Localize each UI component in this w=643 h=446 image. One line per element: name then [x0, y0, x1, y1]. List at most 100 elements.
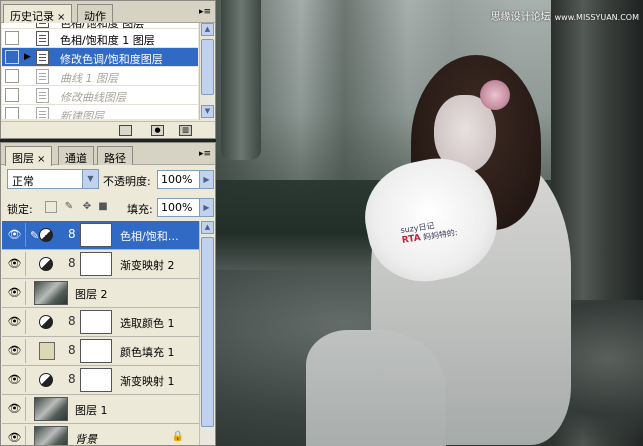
lock-transparent-pixels-icon[interactable]	[45, 201, 57, 213]
fill-value: 100%	[161, 201, 193, 214]
adjustment-layer-icon	[39, 228, 53, 242]
layer-name: 背景	[75, 433, 97, 445]
history-list: 色相/饱和度 图层 色相/饱和度 1 图层 ▶ 修改色调/饱和度图层 曲线 1 …	[2, 23, 198, 119]
history-item[interactable]: 修改曲线图层	[2, 86, 198, 105]
lock-fill-row: 锁定: ✎ ✥ ■ 填充: 100% ▶	[1, 195, 215, 221]
layers-scrollbar[interactable]: ▲	[199, 221, 214, 445]
opacity-slider-arrow-icon[interactable]: ▶	[199, 171, 213, 188]
layers-tabbar: 图层 × 通道 路径 ▸≡	[1, 143, 215, 166]
lock-image-pixels-icon[interactable]: ✎	[63, 201, 75, 213]
history-brush-source-box[interactable]	[5, 31, 19, 45]
layer-mask-thumbnail[interactable]	[80, 223, 112, 247]
layer-thumbnail[interactable]	[34, 281, 68, 305]
panel-menu-icon[interactable]: ▸≡	[198, 148, 212, 160]
padlock-icon: 🔒	[171, 431, 184, 442]
lock-position-icon[interactable]: ✥	[81, 201, 93, 213]
visibility-eye-icon[interactable]: 👁	[4, 252, 26, 276]
trash-icon[interactable]: ▥	[179, 125, 192, 136]
history-item-label: 修改色调/饱和度图层	[60, 53, 163, 66]
tab-history[interactable]: 历史记录 ×	[3, 4, 73, 24]
panel-menu-icon[interactable]: ▸≡	[198, 6, 212, 18]
layer-mask-thumbnail[interactable]	[80, 252, 112, 276]
visibility-eye-icon[interactable]: 👁	[4, 281, 26, 305]
scroll-thumb[interactable]	[201, 237, 214, 427]
tab-actions-label: 动作	[84, 10, 106, 23]
layer-row[interactable]: 👁 图层 1	[2, 395, 200, 424]
link-chain-icon[interactable]: 8	[68, 256, 76, 270]
color-fill-swatch-icon[interactable]	[39, 342, 55, 360]
history-item-label: 曲线 1 图层	[60, 72, 118, 85]
tab-history-label: 历史记录	[10, 10, 54, 23]
girl-legs	[306, 330, 446, 446]
visibility-eye-icon[interactable]: 👁	[4, 426, 26, 445]
visibility-eye-icon[interactable]: 👁	[4, 310, 26, 334]
tab-layers[interactable]: 图层 ×	[5, 146, 53, 166]
tab-channels[interactable]: 通道	[58, 146, 94, 165]
hair-flower	[480, 80, 510, 110]
layer-thumbnail[interactable]	[34, 397, 68, 421]
link-chain-icon[interactable]: 8	[68, 314, 76, 328]
new-document-from-state-icon[interactable]	[119, 125, 132, 136]
history-state-icon	[36, 107, 49, 119]
close-icon[interactable]: ×	[57, 12, 65, 23]
layer-row[interactable]: 👁 图层 2	[2, 279, 200, 308]
layer-name: 图层 1	[75, 404, 108, 417]
opacity-field[interactable]: 100% ▶	[157, 170, 214, 189]
visibility-eye-icon[interactable]: 👁	[4, 339, 26, 363]
scroll-thumb[interactable]	[201, 39, 214, 95]
visibility-eye-icon[interactable]: 👁	[4, 368, 26, 392]
history-brush-source-box[interactable]	[5, 107, 19, 119]
visibility-eye-icon[interactable]: 👁	[4, 397, 26, 421]
watermark-url: www.MISSYUAN.COM	[554, 13, 639, 22]
layer-row[interactable]: 👁 8 选取颜色 1	[2, 308, 200, 337]
link-chain-icon[interactable]: 8	[68, 227, 76, 241]
fill-label: 填充:	[127, 203, 153, 216]
layer-mask-thumbnail[interactable]	[80, 310, 112, 334]
history-tabbar: 历史记录 × 动作 ▸≡	[1, 1, 215, 24]
link-chain-icon[interactable]: 8	[68, 343, 76, 357]
history-brush-source-box[interactable]	[5, 69, 19, 83]
layer-mask-thumbnail[interactable]	[80, 339, 112, 363]
link-chain-icon[interactable]: 8	[68, 372, 76, 386]
left-tree-trunk	[221, 0, 261, 160]
fill-slider-arrow-icon[interactable]: ▶	[199, 199, 213, 216]
scroll-up-icon[interactable]: ▲	[201, 221, 214, 234]
chevron-down-icon[interactable]: ▼	[82, 170, 98, 188]
layer-row[interactable]: 👁 8 渐变映射 2	[2, 250, 200, 279]
layer-thumbnail[interactable]	[34, 426, 68, 445]
blend-mode-select[interactable]: 正常 ▼	[7, 169, 99, 189]
layer-name: 颜色填充 1	[120, 346, 175, 359]
history-item-label: 色相/饱和度 1 图层	[60, 34, 155, 47]
scroll-down-icon[interactable]: ▼	[201, 105, 214, 118]
history-brush-source-box[interactable]	[5, 88, 19, 102]
layer-name: 渐变映射 1	[120, 375, 175, 388]
history-scrollbar[interactable]: ▲ ▼	[199, 23, 214, 120]
adjustment-layer-icon	[39, 257, 53, 271]
lock-all-icon[interactable]: ■	[97, 201, 109, 213]
history-item-selected[interactable]: ▶ 修改色调/饱和度图层	[2, 48, 198, 67]
fill-field[interactable]: 100% ▶	[157, 198, 214, 217]
layer-name: 图层 2	[75, 288, 108, 301]
history-item[interactable]: 新建图层	[2, 105, 198, 119]
layer-mask-thumbnail[interactable]	[80, 368, 112, 392]
visibility-eye-icon[interactable]: 👁	[4, 223, 26, 247]
tab-paths[interactable]: 路径	[97, 146, 133, 165]
history-item[interactable]: 色相/饱和度 1 图层	[2, 29, 198, 48]
layer-row[interactable]: 👁 8 渐变映射 1	[2, 366, 200, 395]
history-state-icon	[36, 69, 49, 84]
layer-row[interactable]: 👁 背景 🔒	[2, 424, 200, 445]
history-item[interactable]: 曲线 1 图层	[2, 67, 198, 86]
close-icon[interactable]: ×	[37, 154, 45, 165]
history-state-icon	[36, 50, 49, 65]
layer-name: 选取颜色 1	[120, 317, 175, 330]
history-state-icon	[36, 31, 49, 46]
layer-row-selected[interactable]: 👁 ✎ 8 色相/饱和…	[2, 221, 200, 250]
history-item-label: 新建图层	[60, 110, 104, 119]
watermark-text: 思缘设计论坛	[490, 12, 551, 23]
scroll-up-icon[interactable]: ▲	[201, 23, 214, 36]
snapshot-camera-icon[interactable]: ●	[151, 125, 164, 136]
history-brush-source-box[interactable]	[5, 50, 19, 64]
opacity-label: 不透明度:	[103, 175, 151, 188]
tab-actions[interactable]: 动作	[77, 4, 113, 23]
layer-row[interactable]: 👁 8 颜色填充 1	[2, 337, 200, 366]
